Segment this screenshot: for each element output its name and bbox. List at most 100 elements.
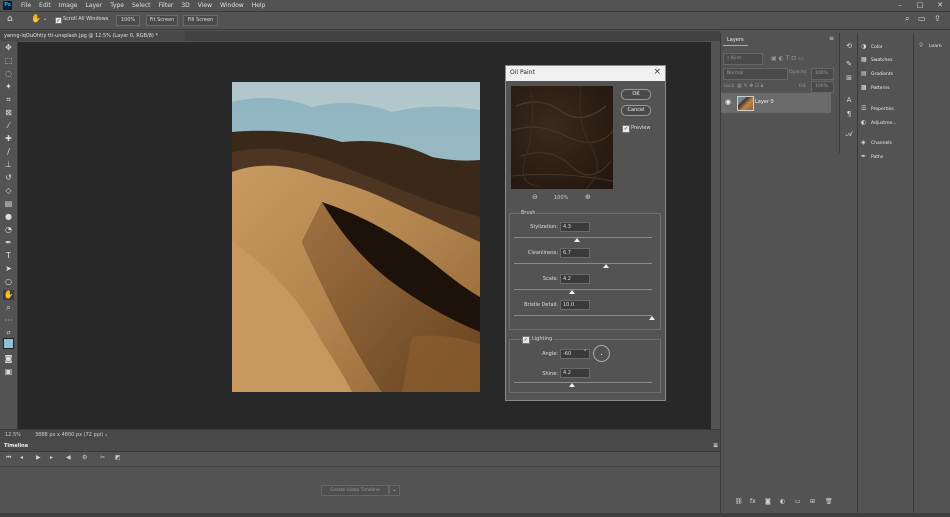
layer-row[interactable]: ◉ Layer 0 <box>721 93 831 113</box>
zoom-100-button[interactable]: 100% <box>116 15 140 26</box>
paths-panel-item[interactable]: ✒ Paths <box>861 152 883 162</box>
fill-screen-button[interactable]: Fill Screen <box>183 15 218 26</box>
screen-mode-icon[interactable]: ▣ <box>3 367 14 377</box>
menu-window[interactable]: Window <box>216 2 248 10</box>
menu-type[interactable]: Type <box>106 2 128 10</box>
marquee-tool-icon[interactable]: ⬚ <box>3 56 14 66</box>
scroll-all-checkbox[interactable]: ✓ <box>55 17 62 24</box>
stylization-input[interactable]: 4.3 <box>560 222 590 232</box>
menu-select[interactable]: Select <box>128 2 155 10</box>
brush-settings-icon[interactable]: ✎ <box>844 59 854 69</box>
share-icon[interactable]: ⇪ <box>934 14 941 23</box>
dodge-tool-icon[interactable]: ◔ <box>3 225 14 235</box>
history-icon[interactable]: ⟲ <box>844 41 854 51</box>
ellipse-tool-icon[interactable]: ○ <box>3 277 14 287</box>
minimize-icon[interactable]: – <box>890 0 910 11</box>
channels-panel-item[interactable]: ◈ Channels <box>861 138 892 148</box>
menu-3d[interactable]: 3D <box>177 2 193 10</box>
delete-icon[interactable]: 🗑︎ <box>825 498 833 505</box>
panel-menu-icon[interactable]: ≡ <box>829 35 834 42</box>
hand-tool-icon[interactable]: ✋ <box>3 290 14 300</box>
lighting-checkbox[interactable]: ✓ <box>522 336 530 344</box>
magic-wand-tool-icon[interactable]: ✦ <box>3 82 14 92</box>
menu-help[interactable]: Help <box>248 2 270 10</box>
learn-panel-item[interactable]: 💡︎ Learn <box>919 41 942 51</box>
chevron-down-icon[interactable]: ⌄ <box>389 485 400 496</box>
layer-filter-kind[interactable]: ⌕ Kind <box>723 53 763 65</box>
cleanliness-input[interactable]: 6.7 <box>560 248 590 258</box>
menu-view[interactable]: View <box>194 2 216 10</box>
fx-icon[interactable]: fx <box>750 498 756 505</box>
pen-tool-icon[interactable]: ✒ <box>3 238 14 248</box>
stylization-slider-track[interactable] <box>514 237 652 238</box>
close-icon[interactable]: ✕ <box>930 0 950 11</box>
home-icon[interactable]: ⌂ <box>7 14 13 24</box>
adjustment-icon[interactable]: ◐ <box>780 498 785 505</box>
crop-tool-icon[interactable]: ⌗ <box>3 95 14 105</box>
scale-input[interactable]: 4.2 <box>560 274 590 284</box>
scale-slider-thumb[interactable] <box>568 290 575 294</box>
filter-icons[interactable]: ▣ ◐ T ⊡ ▭ <box>771 55 804 62</box>
workspace-icon[interactable]: ▭ <box>918 14 926 23</box>
eyedropper-tool-icon[interactable]: ⁄ <box>3 121 14 131</box>
filter-preview[interactable] <box>511 86 613 189</box>
visibility-eye-icon[interactable]: ◉ <box>725 98 731 106</box>
ok-button[interactable]: OK <box>621 89 651 100</box>
character-icon[interactable]: A <box>844 95 854 105</box>
frame-tool-icon[interactable]: ⊠ <box>3 108 14 118</box>
move-tool-icon[interactable]: ✥ <box>3 43 14 53</box>
clone-stamp-tool-icon[interactable]: ⊥ <box>3 160 14 170</box>
bristle-detail-slider-thumb[interactable] <box>649 316 655 320</box>
scale-slider-track[interactable] <box>514 289 652 290</box>
split-icon[interactable]: ✂ <box>100 454 105 461</box>
properties-panel-item[interactable]: ☰ Properties <box>861 104 894 114</box>
menu-image[interactable]: Image <box>55 2 82 10</box>
timeline-menu-icon[interactable]: ≡ <box>709 441 718 451</box>
lock-icons[interactable]: ▦ ✎ ✥ ⊡ 🔒︎ <box>737 83 763 89</box>
path-selection-tool-icon[interactable]: ➤ <box>3 264 14 274</box>
bristle-detail-slider-track[interactable] <box>514 315 652 316</box>
chevron-down-icon[interactable]: ⌄ <box>43 16 47 22</box>
more-tools-icon[interactable]: ··· <box>3 316 14 326</box>
color-panel-item[interactable]: ◑ Color <box>861 42 883 52</box>
swap-colors-icon[interactable]: ⇄ <box>3 328 14 338</box>
glyphs-icon[interactable]: 𝒜 <box>844 129 854 139</box>
foreground-color-swatch[interactable] <box>3 338 14 349</box>
shine-input[interactable]: 4.2 <box>560 368 590 378</box>
search-icon[interactable]: ⌕ <box>905 14 909 24</box>
menu-filter[interactable]: Filter <box>155 2 178 10</box>
next-frame-icon[interactable]: ▸ <box>50 454 53 461</box>
gradients-panel-item[interactable]: ▤ Gradients <box>861 69 893 79</box>
shine-slider-thumb[interactable] <box>568 383 575 387</box>
zoom-in-icon[interactable]: ⊕ <box>585 193 591 201</box>
fill-input[interactable]: 100% <box>811 81 834 93</box>
hand-tool-icon[interactable]: ✋ <box>31 14 41 23</box>
document-image[interactable] <box>232 82 480 392</box>
shine-slider-track[interactable] <box>514 382 652 383</box>
group-icon[interactable]: ▭ <box>795 498 801 505</box>
zoom-tool-icon[interactable]: ⌕ <box>3 303 14 313</box>
close-icon[interactable]: × <box>653 67 661 77</box>
mask-icon[interactable]: ◙ <box>765 498 771 505</box>
play-icon[interactable]: ▶ <box>36 454 41 461</box>
audio-icon[interactable]: ◀ <box>66 454 71 461</box>
blend-mode-select[interactable]: Normal <box>723 68 788 80</box>
prev-frame-icon[interactable]: ◂ <box>20 454 23 461</box>
zoom-level[interactable]: 12.5% <box>5 430 21 441</box>
cleanliness-slider-thumb[interactable] <box>603 264 610 268</box>
timeline-settings-icon[interactable]: ⚙ <box>82 454 87 461</box>
status-chevron-icon[interactable]: › <box>105 430 107 441</box>
opacity-input[interactable]: 100% <box>811 68 834 80</box>
menu-edit[interactable]: Edit <box>35 2 55 10</box>
quick-mask-icon[interactable]: ◙ <box>3 354 14 364</box>
gradient-tool-icon[interactable]: ▤ <box>3 199 14 209</box>
lasso-tool-icon[interactable]: ◌ <box>3 69 14 79</box>
new-layer-icon[interactable]: ⊞ <box>810 498 815 505</box>
bristle-detail-input[interactable]: 10.0 <box>560 300 590 310</box>
fit-screen-button[interactable]: Fit Screen <box>146 15 178 26</box>
blur-tool-icon[interactable]: ● <box>3 212 14 222</box>
cleanliness-slider-track[interactable] <box>514 263 652 264</box>
brush-tool-icon[interactable]: ∕ <box>3 147 14 157</box>
create-video-timeline-button[interactable]: Create Video Timeline <box>321 485 389 496</box>
libraries-icon[interactable]: ⊞ <box>844 73 854 83</box>
